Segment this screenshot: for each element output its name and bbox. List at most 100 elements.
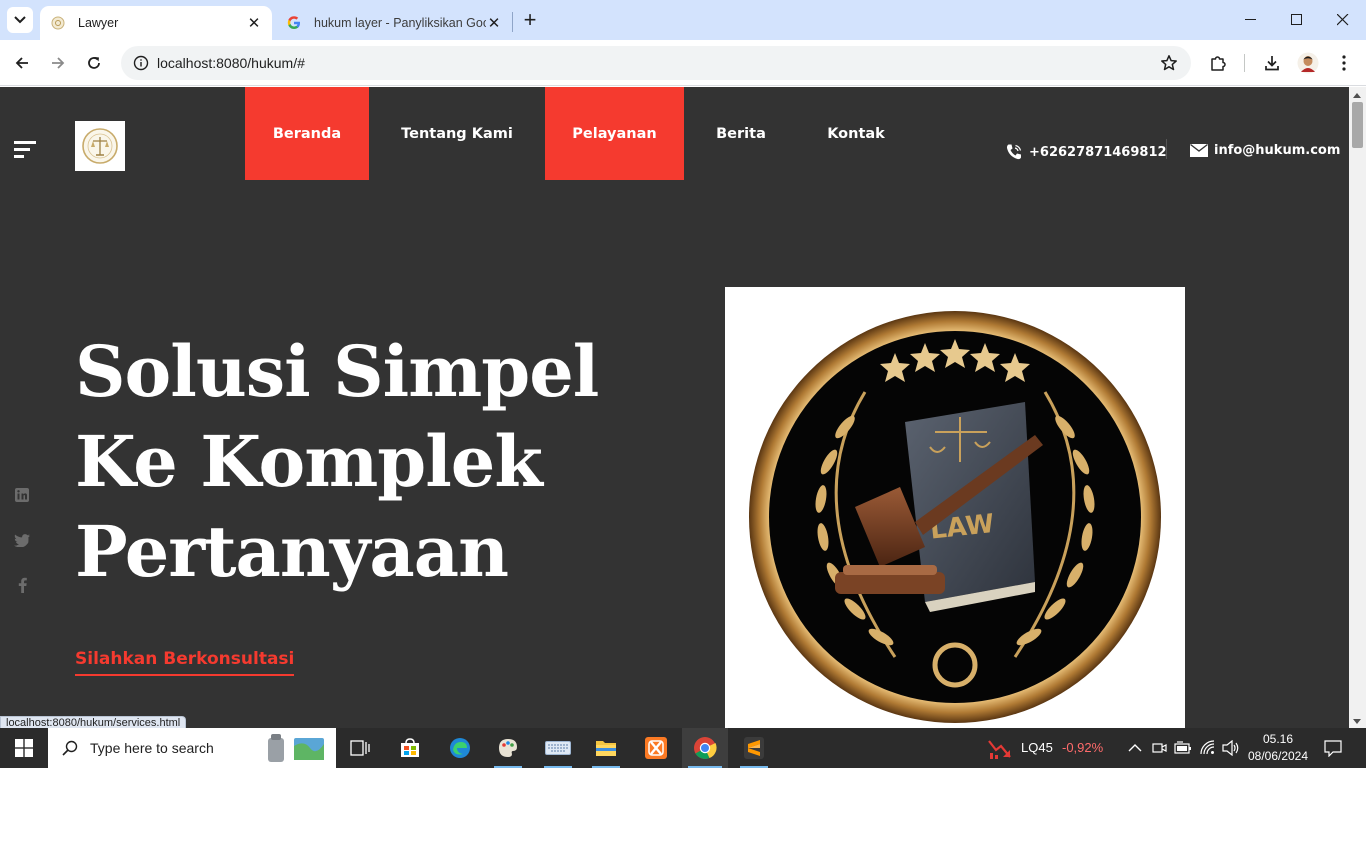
page-scrollbar[interactable] (1349, 87, 1366, 728)
chevron-down-icon (14, 16, 26, 24)
meet-now-icon[interactable] (1151, 740, 1167, 756)
clock-time: 05.16 (1262, 732, 1294, 746)
scroll-thumb[interactable] (1352, 102, 1363, 148)
edge-button[interactable] (440, 728, 480, 768)
new-tab-button[interactable]: + (518, 7, 542, 32)
nav-tentang-kami[interactable]: Tentang Kami (392, 87, 522, 180)
running-indicator (494, 766, 522, 768)
scroll-down-arrow[interactable] (1353, 719, 1361, 724)
running-indicator (592, 766, 620, 768)
wifi-icon[interactable] (1200, 740, 1216, 756)
search-highlight-icon (268, 734, 324, 762)
windows-taskbar: Type here to search LQ45 -0,92% 05.16 08… (0, 728, 1366, 768)
chrome-button[interactable] (682, 728, 728, 768)
running-indicator (688, 766, 722, 768)
tab-google-search[interactable]: hukum layer - Panyliksikan Goo ✕ (276, 6, 512, 40)
ticker-change[interactable]: -0,92% (1062, 740, 1103, 755)
search-placeholder: Type here to search (90, 740, 214, 756)
paint-button[interactable] (488, 728, 528, 768)
phone-contact[interactable]: +62627871469812 (1005, 143, 1167, 161)
windows-logo-icon (15, 739, 33, 757)
puzzle-icon (1211, 56, 1226, 71)
webpage: Beranda Tentang Kami Pelayanan Berita Ko… (0, 87, 1349, 728)
taskbar-search[interactable]: Type here to search (48, 728, 336, 768)
linkedin-icon[interactable] (14, 487, 30, 503)
tab-search-button[interactable] (7, 7, 33, 33)
consult-link[interactable]: Silahkan Berkonsultasi (75, 649, 295, 676)
site-info-icon[interactable] (129, 51, 153, 75)
back-button[interactable] (8, 49, 36, 77)
downloads-button[interactable] (1258, 49, 1286, 77)
facebook-icon[interactable] (14, 577, 30, 593)
keyboard-icon (545, 741, 571, 755)
nav-kontak[interactable]: Kontak (816, 87, 896, 180)
tab-title: hukum layer - Panyliksikan Goo (314, 16, 486, 30)
law-emblem-image: LAW (725, 287, 1185, 728)
site-logo[interactable] (75, 121, 125, 171)
arrow-right-icon (52, 57, 65, 69)
close-tab-icon[interactable]: ✕ (246, 15, 262, 32)
notifications-icon[interactable] (1324, 739, 1342, 757)
ticker-symbol[interactable]: LQ45 (1021, 740, 1053, 755)
volume-icon[interactable] (1222, 740, 1240, 756)
browser-toolbar: localhost:8080/hukum/# (0, 40, 1366, 86)
twitter-icon[interactable] (14, 532, 30, 548)
forward-button[interactable] (44, 49, 72, 77)
scroll-up-arrow[interactable] (1353, 93, 1361, 98)
close-tab-icon[interactable]: ✕ (486, 15, 502, 32)
phone-icon (1005, 143, 1023, 161)
url-text[interactable]: localhost:8080/hukum/# (157, 55, 305, 71)
clock-date: 08/06/2024 (1247, 749, 1309, 763)
scales-emblem-icon (82, 128, 118, 164)
chevron-up-icon[interactable] (1128, 743, 1142, 752)
system-clock[interactable]: 05.16 08/06/2024 (1246, 731, 1310, 765)
tab-lawyer[interactable]: Lawyer ✕ (40, 6, 272, 40)
search-icon (62, 740, 78, 756)
contact-divider (1166, 139, 1167, 159)
tab-bar: Lawyer ✕ hukum layer - Panyliksikan Goo … (0, 0, 1366, 40)
battery-icon[interactable] (1174, 741, 1192, 755)
nav-pelayanan[interactable]: Pelayanan (545, 87, 684, 180)
palette-icon (499, 739, 517, 757)
profile-avatar[interactable] (1294, 49, 1322, 77)
link-status-bubble: localhost:8080/hukum/services.html (0, 716, 187, 728)
extensions-button[interactable] (1204, 49, 1232, 77)
sublime-text-button[interactable] (734, 728, 774, 768)
bookmark-star-icon[interactable] (1157, 51, 1181, 75)
minimize-button[interactable] (1228, 0, 1274, 40)
favicon-icon (50, 15, 66, 31)
phone-number: +62627871469812 (1029, 144, 1167, 160)
hero-line: Solusi Simpel (75, 330, 599, 413)
tab-title: Lawyer (78, 16, 119, 30)
task-view-button[interactable] (340, 728, 380, 768)
email-contact[interactable]: info@hukum.com (1190, 143, 1340, 158)
file-explorer-button[interactable] (586, 728, 626, 768)
email-address: info@hukum.com (1214, 143, 1341, 158)
start-button[interactable] (0, 728, 48, 768)
avatar-icon (1297, 52, 1319, 74)
nav-beranda[interactable]: Beranda (245, 87, 369, 180)
google-icon (286, 15, 302, 31)
store-icon (401, 738, 419, 757)
edge-icon (450, 738, 470, 758)
folder-icon (596, 741, 616, 756)
hero-heading: Solusi Simpel Ke Komplek Pertanyaan (75, 327, 599, 597)
address-bar[interactable]: localhost:8080/hukum/# (121, 46, 1191, 80)
download-icon (1265, 56, 1279, 71)
hamburger-menu-icon[interactable] (14, 141, 36, 159)
task-view-icon (350, 740, 370, 756)
close-window-button[interactable] (1320, 0, 1366, 40)
tab-divider (512, 12, 513, 32)
keyboard-app-button[interactable] (538, 728, 578, 768)
xampp-button[interactable] (636, 728, 676, 768)
menu-button[interactable] (1330, 49, 1358, 77)
toolbar-divider (1244, 54, 1245, 72)
chrome-icon (694, 737, 717, 759)
hero-line: Ke Komplek (75, 420, 543, 503)
maximize-button[interactable] (1274, 0, 1320, 40)
more-vertical-icon (1342, 55, 1346, 71)
screen: Lawyer ✕ hukum layer - Panyliksikan Goo … (0, 0, 1366, 842)
reload-button[interactable] (80, 49, 108, 77)
nav-berita[interactable]: Berita (704, 87, 778, 180)
microsoft-store-button[interactable] (390, 728, 430, 768)
